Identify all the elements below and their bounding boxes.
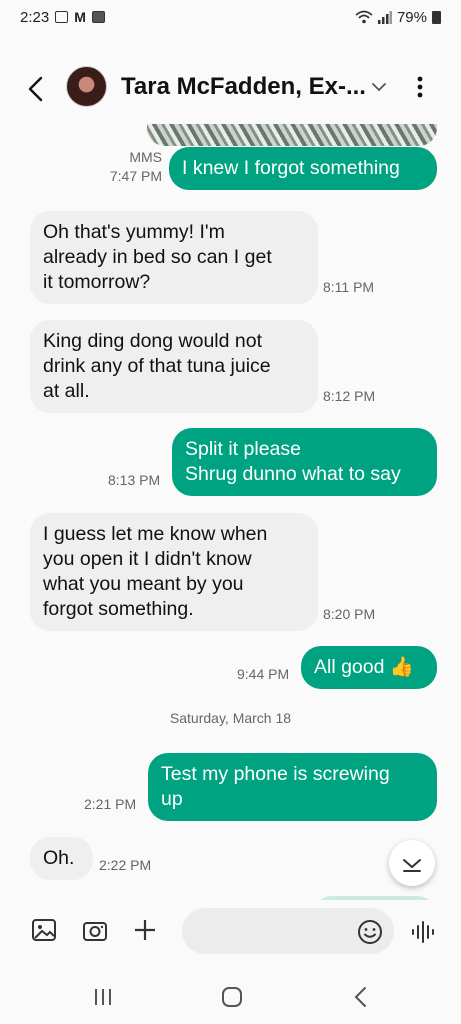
recent-apps-icon[interactable] [90, 984, 116, 1010]
app-notification-icon [91, 11, 105, 23]
message-bubble-incoming[interactable]: King ding dong would not drink any of th… [30, 320, 318, 413]
message-text: Oh. [43, 847, 75, 869]
message-bubble-incoming[interactable]: Oh. [30, 837, 93, 880]
message-time: 8:13 PM [108, 472, 161, 488]
message-text: what you meant by you [43, 573, 244, 595]
message-text: I guess let me know when [43, 523, 268, 545]
chevron-down-icon[interactable] [368, 76, 390, 98]
back-icon[interactable] [348, 984, 374, 1010]
more-vertical-icon[interactable] [408, 72, 432, 102]
voice-wave-icon[interactable] [409, 918, 437, 946]
battery-icon [432, 10, 441, 24]
message-time: 9:44 PM [237, 666, 290, 682]
status-bar: 2:23 M 79% [0, 0, 461, 34]
message-text: at all. [43, 380, 90, 402]
back-arrow-icon[interactable] [22, 74, 52, 104]
message-text: Split it please [185, 438, 301, 460]
message-list[interactable]: MMS 7:47 PM I knew I forgot something Oh… [0, 120, 461, 900]
message-time: 8:11 PM [323, 279, 375, 295]
image-icon[interactable] [30, 916, 58, 944]
message-text: you open it I didn't know [43, 548, 252, 570]
message-bubble-outgoing[interactable]: Test my phone is screwing up [148, 753, 437, 821]
message-bubble-outgoing[interactable]: All good 👍 [301, 646, 437, 689]
conversation-header: Tara McFadden, Ex-... [0, 56, 461, 120]
message-composer [0, 900, 461, 962]
message-time: 7:47 PM [109, 168, 162, 184]
message-time: 8:12 PM [323, 388, 376, 404]
message-text: King ding dong would not [43, 330, 263, 352]
emoji-icon[interactable] [357, 919, 383, 945]
battery-level: 79% [396, 8, 427, 26]
message-text: Test my phone is screwing [161, 763, 390, 785]
message-bubble-incoming[interactable]: I guess let me know when you open it I d… [30, 513, 318, 631]
signal-icon [377, 10, 392, 24]
status-time: 2:23 [20, 8, 50, 26]
wifi-icon [355, 10, 373, 24]
message-time: 8:20 PM [323, 606, 376, 622]
message-text: I knew I forgot something [182, 157, 400, 179]
message-text: All good 👍 [314, 656, 415, 678]
message-text: Shrug dunno what to say [185, 463, 401, 485]
home-icon[interactable] [219, 984, 245, 1010]
scroll-to-bottom-button[interactable] [389, 840, 435, 886]
date-separator: Saturday, March 18 [169, 710, 292, 726]
message-text: up [161, 788, 183, 810]
gallery-notification-icon [55, 11, 69, 23]
chevron-down-icon [403, 859, 421, 872]
mail-notification-icon: M [74, 9, 86, 25]
camera-icon[interactable] [81, 916, 109, 944]
message-bubble-incoming[interactable]: Oh that's yummy! I'm already in bed so c… [30, 211, 318, 304]
message-bubble-outgoing[interactable]: I knew I forgot something [169, 147, 437, 190]
message-time: 2:22 PM [99, 857, 152, 873]
contact-name[interactable]: Tara McFadden, Ex-... [121, 73, 366, 101]
mms-image-attachment[interactable] [147, 124, 437, 146]
message-text: already in bed so can I get [43, 246, 272, 268]
system-navigation-bar [0, 970, 461, 1024]
mms-label: MMS [129, 149, 162, 165]
message-text: Oh that's yummy! I'm [43, 221, 225, 243]
message-time: 2:21 PM [84, 796, 137, 812]
message-text: drink any of that tuna juice [43, 355, 271, 377]
plus-icon[interactable] [131, 916, 159, 944]
message-meta: MMS 7:47 PM [96, 148, 162, 186]
message-text: forgot something. [43, 598, 194, 620]
message-bubble-outgoing[interactable]: Split it please Shrug dunno what to say [172, 428, 437, 496]
message-text: it tomorrow? [43, 271, 151, 293]
contact-avatar[interactable] [66, 66, 107, 107]
